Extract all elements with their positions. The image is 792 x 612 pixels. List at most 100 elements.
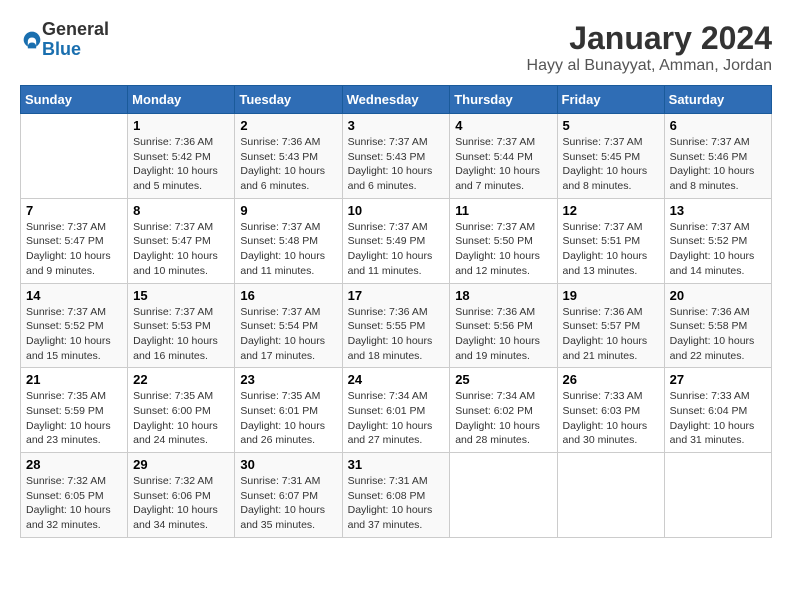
day-number: 5 [563, 118, 659, 133]
calendar-cell: 16 Sunrise: 7:37 AMSunset: 5:54 PMDayligh… [235, 283, 342, 368]
day-info: Sunrise: 7:36 AMSunset: 5:42 PMDaylight:… [133, 135, 229, 194]
day-number: 17 [348, 288, 445, 303]
calendar-cell [664, 453, 771, 538]
day-info: Sunrise: 7:31 AMSunset: 6:08 PMDaylight:… [348, 474, 445, 533]
day-number: 8 [133, 203, 229, 218]
day-info: Sunrise: 7:37 AMSunset: 5:50 PMDaylight:… [455, 220, 551, 279]
day-info: Sunrise: 7:34 AMSunset: 6:01 PMDaylight:… [348, 389, 445, 448]
calendar-week-row: 21Sunrise: 7:35 AMSunset: 5:59 PMDayligh… [21, 368, 772, 453]
calendar-cell [557, 453, 664, 538]
day-info: Sunrise: 7:32 AMSunset: 6:06 PMDaylight:… [133, 474, 229, 533]
month-year-title: January 2024 [527, 20, 772, 57]
day-of-week-header: Tuesday [235, 86, 342, 114]
calendar-week-row: 7 Sunrise: 7:37 AMSunset: 5:47 PMDaylight… [21, 198, 772, 283]
day-number: 28 [26, 457, 122, 472]
day-number: 21 [26, 372, 122, 387]
day-info: Sunrise: 7:32 AMSunset: 6:05 PMDaylight:… [26, 474, 122, 533]
calendar-cell: 14 Sunrise: 7:37 AMSunset: 5:52 PMDayligh… [21, 283, 128, 368]
calendar-cell: 12 Sunrise: 7:37 AMSunset: 5:51 PMDayligh… [557, 198, 664, 283]
calendar-cell: 4 Sunrise: 7:37 AMSunset: 5:44 PMDaylight… [450, 114, 557, 199]
page-header: General Blue January 2024 Hayy al Bunayy… [20, 20, 772, 75]
logo: General Blue [20, 20, 109, 60]
calendar-cell: 22 Sunrise: 7:35 AMSunset: 6:00 PMDayligh… [128, 368, 235, 453]
day-info: Sunrise: 7:33 AMSunset: 6:04 PMDaylight:… [670, 389, 766, 448]
calendar-cell [450, 453, 557, 538]
calendar-cell: 13 Sunrise: 7:37 AMSunset: 5:52 PMDayligh… [664, 198, 771, 283]
day-info: Sunrise: 7:37 AMSunset: 5:53 PMDaylight:… [133, 305, 229, 364]
day-number: 25 [455, 372, 551, 387]
day-number: 14 [26, 288, 122, 303]
calendar-cell: 17 Sunrise: 7:36 AMSunset: 5:55 PMDayligh… [342, 283, 450, 368]
logo-icon [22, 30, 42, 50]
day-of-week-header: Thursday [450, 86, 557, 114]
calendar-cell: 18 Sunrise: 7:36 AMSunset: 5:56 PMDayligh… [450, 283, 557, 368]
day-number: 1 [133, 118, 229, 133]
day-info: Sunrise: 7:37 AMSunset: 5:47 PMDaylight:… [133, 220, 229, 279]
day-info: Sunrise: 7:36 AMSunset: 5:55 PMDaylight:… [348, 305, 445, 364]
day-info: Sunrise: 7:36 AMSunset: 5:43 PMDaylight:… [240, 135, 336, 194]
title-block: January 2024 Hayy al Bunayyat, Amman, Jo… [527, 20, 772, 75]
calendar-cell: 30Sunrise: 7:31 AMSunset: 6:07 PMDayligh… [235, 453, 342, 538]
day-number: 10 [348, 203, 445, 218]
day-of-week-header: Wednesday [342, 86, 450, 114]
day-info: Sunrise: 7:37 AMSunset: 5:48 PMDaylight:… [240, 220, 336, 279]
day-info: Sunrise: 7:36 AMSunset: 5:57 PMDaylight:… [563, 305, 659, 364]
location-text: Hayy al Bunayyat, Amman, Jordan [527, 57, 772, 75]
day-number: 4 [455, 118, 551, 133]
day-number: 24 [348, 372, 445, 387]
day-info: Sunrise: 7:33 AMSunset: 6:03 PMDaylight:… [563, 389, 659, 448]
calendar-cell: 6Sunrise: 7:37 AMSunset: 5:46 PMDaylight… [664, 114, 771, 199]
day-info: Sunrise: 7:35 AMSunset: 6:01 PMDaylight:… [240, 389, 336, 448]
day-number: 26 [563, 372, 659, 387]
day-number: 6 [670, 118, 766, 133]
calendar-cell: 20 Sunrise: 7:36 AMSunset: 5:58 PMDayligh… [664, 283, 771, 368]
day-number: 20 [670, 288, 766, 303]
day-number: 27 [670, 372, 766, 387]
calendar-cell: 31 Sunrise: 7:31 AMSunset: 6:08 PMDayligh… [342, 453, 450, 538]
day-info: Sunrise: 7:31 AMSunset: 6:07 PMDaylight:… [240, 474, 336, 533]
day-number: 29 [133, 457, 229, 472]
day-number: 18 [455, 288, 551, 303]
day-number: 7 [26, 203, 122, 218]
calendar-cell: 11 Sunrise: 7:37 AMSunset: 5:50 PMDayligh… [450, 198, 557, 283]
calendar-cell: 15Sunrise: 7:37 AMSunset: 5:53 PMDayligh… [128, 283, 235, 368]
day-number: 22 [133, 372, 229, 387]
day-info: Sunrise: 7:36 AMSunset: 5:58 PMDaylight:… [670, 305, 766, 364]
day-info: Sunrise: 7:37 AMSunset: 5:45 PMDaylight:… [563, 135, 659, 194]
day-number: 9 [240, 203, 336, 218]
calendar-header-row: SundayMondayTuesdayWednesdayThursdayFrid… [21, 86, 772, 114]
day-number: 12 [563, 203, 659, 218]
day-info: Sunrise: 7:37 AMSunset: 5:52 PMDaylight:… [670, 220, 766, 279]
day-info: Sunrise: 7:37 AMSunset: 5:47 PMDaylight:… [26, 220, 122, 279]
calendar-cell: 9 Sunrise: 7:37 AMSunset: 5:48 PMDaylight… [235, 198, 342, 283]
calendar-cell: 10 Sunrise: 7:37 AMSunset: 5:49 PMDayligh… [342, 198, 450, 283]
calendar-cell: 7 Sunrise: 7:37 AMSunset: 5:47 PMDaylight… [21, 198, 128, 283]
day-number: 13 [670, 203, 766, 218]
day-info: Sunrise: 7:37 AMSunset: 5:43 PMDaylight:… [348, 135, 445, 194]
calendar-cell: 24 Sunrise: 7:34 AMSunset: 6:01 PMDayligh… [342, 368, 450, 453]
day-info: Sunrise: 7:37 AMSunset: 5:52 PMDaylight:… [26, 305, 122, 364]
day-number: 11 [455, 203, 551, 218]
calendar-cell: 19 Sunrise: 7:36 AMSunset: 5:57 PMDayligh… [557, 283, 664, 368]
day-info: Sunrise: 7:36 AMSunset: 5:56 PMDaylight:… [455, 305, 551, 364]
day-info: Sunrise: 7:35 AMSunset: 6:00 PMDaylight:… [133, 389, 229, 448]
day-info: Sunrise: 7:37 AMSunset: 5:51 PMDaylight:… [563, 220, 659, 279]
calendar-cell: 5 Sunrise: 7:37 AMSunset: 5:45 PMDaylight… [557, 114, 664, 199]
day-info: Sunrise: 7:37 AMSunset: 5:54 PMDaylight:… [240, 305, 336, 364]
day-info: Sunrise: 7:37 AMSunset: 5:44 PMDaylight:… [455, 135, 551, 194]
day-info: Sunrise: 7:34 AMSunset: 6:02 PMDaylight:… [455, 389, 551, 448]
calendar-cell: 8 Sunrise: 7:37 AMSunset: 5:47 PMDaylight… [128, 198, 235, 283]
day-number: 19 [563, 288, 659, 303]
day-number: 31 [348, 457, 445, 472]
calendar-week-row: 14 Sunrise: 7:37 AMSunset: 5:52 PMDayligh… [21, 283, 772, 368]
day-of-week-header: Saturday [664, 86, 771, 114]
day-number: 2 [240, 118, 336, 133]
day-info: Sunrise: 7:37 AMSunset: 5:49 PMDaylight:… [348, 220, 445, 279]
day-of-week-header: Monday [128, 86, 235, 114]
day-number: 16 [240, 288, 336, 303]
logo-blue-text: Blue [42, 39, 81, 59]
calendar-cell: 25 Sunrise: 7:34 AMSunset: 6:02 PMDayligh… [450, 368, 557, 453]
calendar-cell: 26 Sunrise: 7:33 AMSunset: 6:03 PMDayligh… [557, 368, 664, 453]
calendar-cell: 21Sunrise: 7:35 AMSunset: 5:59 PMDayligh… [21, 368, 128, 453]
calendar-cell: 28 Sunrise: 7:32 AMSunset: 6:05 PMDayligh… [21, 453, 128, 538]
